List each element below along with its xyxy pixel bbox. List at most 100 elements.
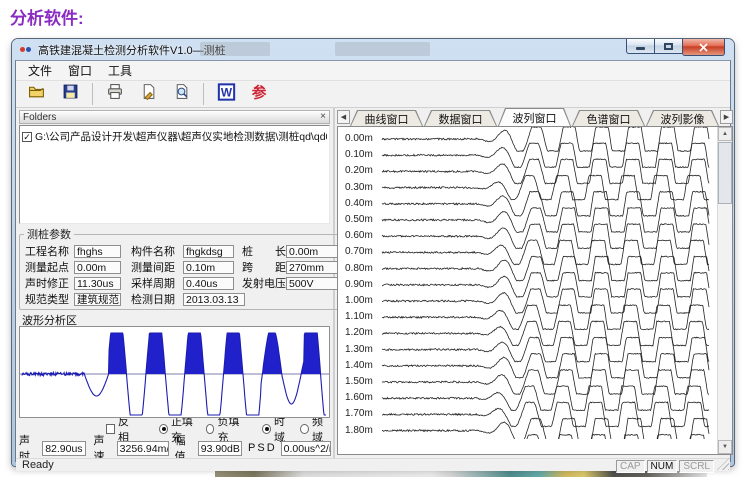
close-button[interactable] <box>682 39 725 56</box>
param-field[interactable]: 0.10m <box>183 261 234 274</box>
close-icon <box>699 43 708 52</box>
title-bar[interactable]: 高铁建混凝土检测分析软件V1.0—测桩 <box>15 39 731 60</box>
toolbar-separator <box>92 83 93 105</box>
status-keys: CAPNUMSCRL <box>616 460 714 473</box>
depth-label: 0.80m <box>345 263 373 274</box>
client-area: 文件窗口工具 W参 Folders × ✓ G:\公司产品设计开发\超声仪器\超… <box>15 60 731 462</box>
page-heading: 分析软件: <box>10 4 84 29</box>
status-key: SCRL <box>679 460 714 473</box>
print-preview-button[interactable] <box>168 81 194 107</box>
depth-label: 1.40m <box>345 360 373 371</box>
wave-train-window: ▲ ▼ 0.00m0.10m0.20m0.30m0.40m0.50m0.60m0… <box>337 126 733 455</box>
param-field[interactable]: 2013.03.13 <box>183 293 245 306</box>
status-bar: Ready CAPNUMSCRL <box>16 458 730 471</box>
waveform-analysis-box <box>19 326 330 418</box>
app-icon <box>20 44 33 55</box>
param-label: 跨 距 <box>242 259 286 275</box>
tab-label: 曲线窗口 <box>351 111 422 126</box>
psd-label: PSD <box>248 442 277 454</box>
scrollbar-thumb[interactable] <box>718 142 732 204</box>
minimize-icon <box>636 47 645 50</box>
scrollbar-down-icon[interactable]: ▼ <box>718 440 732 454</box>
scrollbar-track[interactable]: ▲ ▼ <box>717 127 732 454</box>
titlebar-reflection <box>335 42 430 56</box>
param-field[interactable]: 11.30us <box>74 277 121 290</box>
tab-item[interactable]: 色谱窗口 <box>572 110 645 126</box>
menu-item[interactable]: 窗口 <box>60 60 100 81</box>
save-button[interactable] <box>57 81 83 107</box>
tab-scroll-left-icon[interactable]: ◀ <box>337 110 350 124</box>
sound-speed-field[interactable]: 3256.94m/s <box>117 441 169 456</box>
param-field[interactable]: 270mm <box>286 261 341 274</box>
tab-label: 数据窗口 <box>425 111 496 126</box>
param-field[interactable]: 0.00m <box>74 261 121 274</box>
depth-label: 1.50m <box>345 376 373 387</box>
depth-label: 1.10m <box>345 311 373 322</box>
screenshot-stage: 分析软件: 高铁建混凝土检测分析软件V1.0—测桩 文件窗口工具 W参 F <box>0 0 745 477</box>
toolbar: W参 <box>16 81 730 108</box>
minimize-button[interactable] <box>626 39 655 54</box>
amplitude-field[interactable]: 93.90dB <box>198 441 242 456</box>
tab-item[interactable]: 波列影像 <box>646 110 719 126</box>
negative-fill-radio[interactable] <box>206 424 215 434</box>
tab-item[interactable]: 数据窗口 <box>424 110 497 126</box>
psd-field[interactable]: 0.00us^2/m <box>281 441 331 456</box>
param-label: 工程名称 <box>22 243 74 259</box>
depth-label: 0.00m <box>345 133 373 144</box>
param-field[interactable]: fhghs <box>74 245 121 258</box>
positive-fill-radio[interactable] <box>159 424 168 434</box>
toolbar-separator <box>203 83 204 105</box>
tab-scroll-right-icon[interactable]: ▶ <box>720 110 733 124</box>
param-label: 检测日期 <box>131 291 183 307</box>
param-field[interactable]: 500V <box>286 277 341 290</box>
param-label: 发射电压 <box>242 275 286 291</box>
scrollbar-up-icon[interactable]: ▲ <box>718 127 732 141</box>
parameters-icon: 参 <box>250 83 268 106</box>
param-label: 测量起点 <box>22 259 74 275</box>
freq-domain-radio[interactable] <box>300 424 309 434</box>
tab-item[interactable]: 波列窗口 <box>498 108 571 126</box>
sound-time-field[interactable]: 82.90us <box>42 441 86 456</box>
param-field[interactable]: 0.40us <box>183 277 234 290</box>
depth-label: 1.20m <box>345 327 373 338</box>
folder-path: G:\公司产品设计开发\超声仪器\超声仪实地检测数据\测桩qd\qd03\qd0… <box>35 129 327 144</box>
left-panel: Folders × ✓ G:\公司产品设计开发\超声仪器\超声仪实地检测数据\测… <box>16 108 333 458</box>
open-file-button[interactable] <box>24 81 50 107</box>
folders-close-icon[interactable]: × <box>320 112 326 122</box>
depth-label: 0.90m <box>345 279 373 290</box>
param-label: 声时修正 <box>22 275 74 291</box>
param-field[interactable]: 0.00m <box>286 245 341 258</box>
maximize-icon <box>664 43 673 50</box>
svg-text:参: 参 <box>252 83 267 100</box>
tab-strip: ◀ ▶ 曲线窗口数据窗口波列窗口色谱窗口波列影像 <box>335 108 735 126</box>
param-label: 采样周期 <box>131 275 183 291</box>
pile-params-groupbox: 测桩参数 工程名称fhghs构件名称fhgkdsg桩 长0.00m测量起点0.0… <box>19 226 344 310</box>
param-label: 构件名称 <box>131 243 183 259</box>
wave-train-plot <box>338 127 713 439</box>
param-field[interactable]: fhgkdsg <box>183 245 234 258</box>
param-label: 桩 长 <box>242 243 286 259</box>
parameters-button[interactable]: 参 <box>246 81 272 107</box>
print-preview-icon <box>173 83 190 105</box>
tab-item[interactable]: 曲线窗口 <box>350 110 423 126</box>
resize-grip[interactable] <box>717 458 729 470</box>
tab-label: 色谱窗口 <box>573 111 644 126</box>
maximize-button[interactable] <box>655 39 682 54</box>
depth-label: 0.30m <box>345 182 373 193</box>
app-window: 高铁建混凝土检测分析软件V1.0—测桩 文件窗口工具 W参 Folders × <box>12 39 734 466</box>
print-icon <box>106 83 124 105</box>
svg-text:W: W <box>220 85 232 99</box>
print-setup-button[interactable] <box>135 81 161 107</box>
save-icon <box>62 83 79 105</box>
print-button[interactable] <box>102 81 128 107</box>
folders-list: ✓ G:\公司产品设计开发\超声仪器\超声仪实地检测数据\测桩qd\qd03\q… <box>19 125 330 224</box>
folder-item[interactable]: ✓ G:\公司产品设计开发\超声仪器\超声仪实地检测数据\测桩qd\qd03\q… <box>22 129 327 144</box>
time-domain-radio[interactable] <box>262 424 271 434</box>
menu-item[interactable]: 工具 <box>100 60 140 81</box>
export-word-button[interactable]: W <box>213 81 239 107</box>
param-field[interactable]: 建筑规范 <box>74 293 121 306</box>
status-key: NUM <box>647 460 678 473</box>
folder-checkbox[interactable]: ✓ <box>22 132 32 142</box>
print-setup-icon <box>140 83 157 105</box>
menu-item[interactable]: 文件 <box>20 60 60 81</box>
